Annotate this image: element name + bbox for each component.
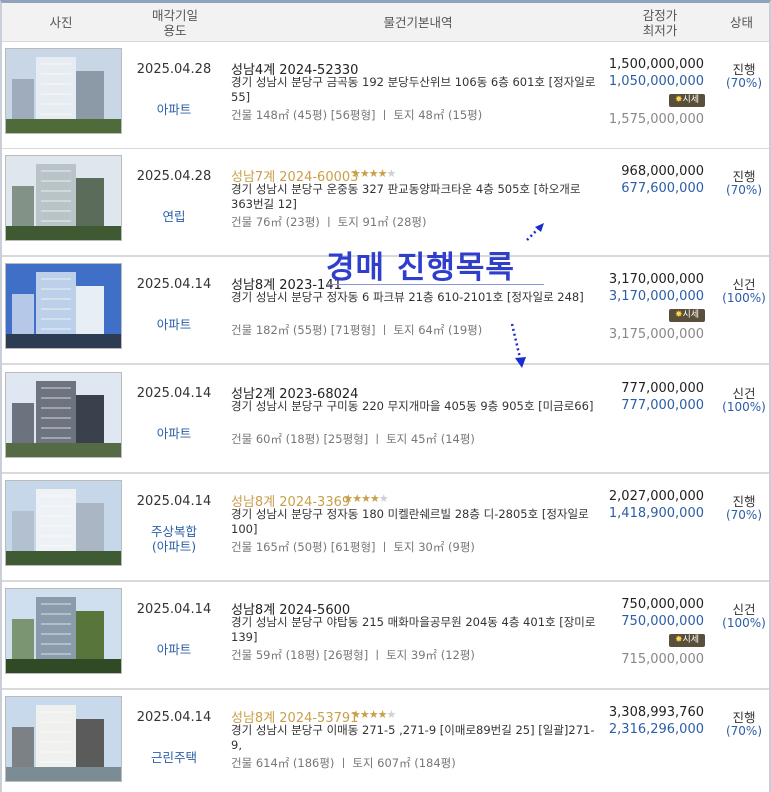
rating-stars-icon: ★★★★★ [343, 492, 388, 505]
minimum-percent: (100%) [722, 616, 766, 630]
market-price-badge[interactable]: ✸시세 [669, 634, 705, 647]
minimum-percent: (100%) [722, 291, 766, 305]
appraisal-price: 777,000,000 [621, 381, 704, 396]
property-area: 건물 60㎡ (18평) [25평형] ㅣ 토지 45㎡ (14평) [231, 432, 475, 446]
market-price: 715,000,000 [621, 652, 704, 667]
property-photo[interactable] [5, 263, 122, 349]
appraisal-price: 2,027,000,000 [608, 489, 704, 504]
property-area: 건물 59㎡ (18평) [26평형] ㅣ 토지 39㎡ (12평) [231, 648, 475, 662]
auction-row[interactable]: 2025.04.14 아파트 성남8계 2024-5600 경기 성남시 분당구 야탑… [2, 582, 769, 690]
market-price: 1,575,000,000 [608, 112, 704, 127]
minimum-percent: (70%) [725, 76, 763, 90]
appraisal-price: 3,170,000,000 [608, 272, 704, 287]
appraisal-price: 3,308,993,760 [608, 705, 704, 720]
sale-date: 2025.04.14 [136, 710, 212, 725]
property-use: 근린주택 [150, 750, 197, 765]
property-use-sub: (아파트) [151, 539, 197, 554]
auction-row[interactable]: 2025.04.14 주상복합 (아파트) 성남8계 2024-3369 ★★★★★ 경기… [2, 474, 769, 582]
property-address: 경기 성남시 분당구 구미동 220 무지개마을 405동 9층 905호 [미… [231, 399, 594, 413]
property-photo[interactable] [5, 48, 122, 134]
header-status: 상태 [729, 15, 753, 30]
sale-date: 2025.04.28 [136, 62, 212, 77]
sale-date: 2025.04.14 [136, 602, 212, 617]
rating-stars-icon: ★★★★★ [351, 167, 396, 180]
arrow-up-icon [526, 223, 544, 241]
auction-row[interactable]: 2025.04.28 연립 성남7계 2024-60003 ★★★★★ 경기 성남시 분… [2, 149, 769, 257]
property-photo[interactable] [5, 588, 122, 674]
property-area: 건물 76㎡ (23평) ㅣ 토지 91㎡ (28평) [231, 215, 427, 229]
property-area: 건물 182㎡ (55평) [71평형] ㅣ 토지 64㎡ (19평) [231, 323, 483, 337]
property-address: 경기 성남시 분당구 금곡동 192 분당두산위브 106동 6층 601호 [… [231, 75, 596, 104]
overlay-title: 경매 진행목록 [326, 250, 515, 286]
sale-date: 2025.04.14 [136, 494, 212, 509]
auction-row[interactable]: 2025.04.28 아파트 성남4계 2024-52330 경기 성남시 분당구 금… [2, 42, 769, 150]
minimum-price: 2,316,296,000 [608, 722, 704, 737]
property-photo[interactable] [5, 372, 122, 458]
header-price: 감정가 최저가 [642, 7, 678, 38]
header-info: 물건기본내역 [383, 15, 453, 30]
appraisal-price: 750,000,000 [621, 597, 704, 612]
property-address: 경기 성남시 분당구 야탑동 215 매화마을공무원 204동 4층 401호 … [231, 615, 596, 644]
property-area: 건물 614㎡ (186평) ㅣ 토지 607㎡ (184평) [231, 756, 456, 770]
minimum-percent: (70%) [725, 183, 763, 197]
minimum-percent: (70%) [725, 724, 763, 738]
property-address: 경기 성남시 분당구 운중동 327 판교동양파크타운 4층 505호 [하오개… [231, 182, 581, 211]
sale-date: 2025.04.14 [136, 277, 212, 292]
minimum-price: 750,000,000 [621, 614, 704, 629]
minimum-price: 777,000,000 [621, 398, 704, 413]
minimum-price: 1,418,900,000 [608, 506, 704, 521]
sale-date: 2025.04.28 [136, 169, 212, 184]
sale-date: 2025.04.14 [136, 386, 212, 401]
market-price-badge[interactable]: ✸시세 [669, 94, 705, 107]
market-price-badge[interactable]: ✸시세 [669, 309, 705, 322]
property-address: 경기 성남시 분당구 이매동 271-5 ,271-9 [이매로89번길 25]… [231, 723, 595, 752]
minimum-percent: (100%) [722, 400, 766, 414]
property-use: 아파트 [156, 426, 192, 441]
header-photo: 사진 [49, 15, 73, 30]
rating-stars-icon: ★★★★★ [351, 708, 396, 721]
arrow-down-icon [510, 323, 526, 368]
fire-icon: ✸ [674, 635, 683, 645]
minimum-price: 677,600,000 [621, 181, 704, 196]
minimum-price: 3,170,000,000 [608, 289, 704, 304]
property-address: 경기 성남시 분당구 정자동 6 파크뷰 21층 610-2101호 [정자일로… [231, 290, 584, 304]
property-use: 아파트 [156, 102, 192, 117]
row-divider [2, 363, 769, 365]
auction-row[interactable]: 2025.04.14 아파트 성남2계 2023-68024 경기 성남시 분당구 구… [2, 366, 769, 474]
property-use: 아파트 [156, 317, 192, 332]
appraisal-price: 1,500,000,000 [608, 57, 704, 72]
property-photo[interactable] [5, 696, 122, 782]
overlay-underline [326, 284, 544, 285]
auction-row[interactable]: 2025.04.14 근린주택 성남8계 2024-53791 ★★★★★ 경기 성남시… [2, 690, 769, 792]
property-use: 주상복합 [150, 524, 197, 539]
property-use: 아파트 [156, 642, 192, 657]
fire-icon: ✸ [674, 95, 683, 105]
minimum-price: 1,050,000,000 [608, 74, 704, 89]
appraisal-price: 968,000,000 [621, 164, 704, 179]
header-date-use: 매각기일 용도 [151, 7, 198, 38]
property-photo[interactable] [5, 480, 122, 566]
property-area: 건물 165㎡ (50평) [61평형] ㅣ 토지 30㎡ (9평) [231, 540, 475, 554]
fire-icon: ✸ [674, 310, 683, 320]
minimum-percent: (70%) [725, 508, 763, 522]
property-address: 경기 성남시 분당구 정자동 180 미켈란쉐르빌 28층 디-2805호 [정… [231, 507, 589, 536]
property-photo[interactable] [5, 155, 122, 241]
property-area: 건물 148㎡ (45평) [56평형] ㅣ 토지 48㎡ (15평) [231, 108, 483, 122]
table-header: 사진 매각기일 용도 물건기본내역 감정가 최저가 상태 [2, 3, 769, 42]
property-use: 연립 [162, 209, 186, 224]
market-price: 3,175,000,000 [608, 327, 704, 342]
